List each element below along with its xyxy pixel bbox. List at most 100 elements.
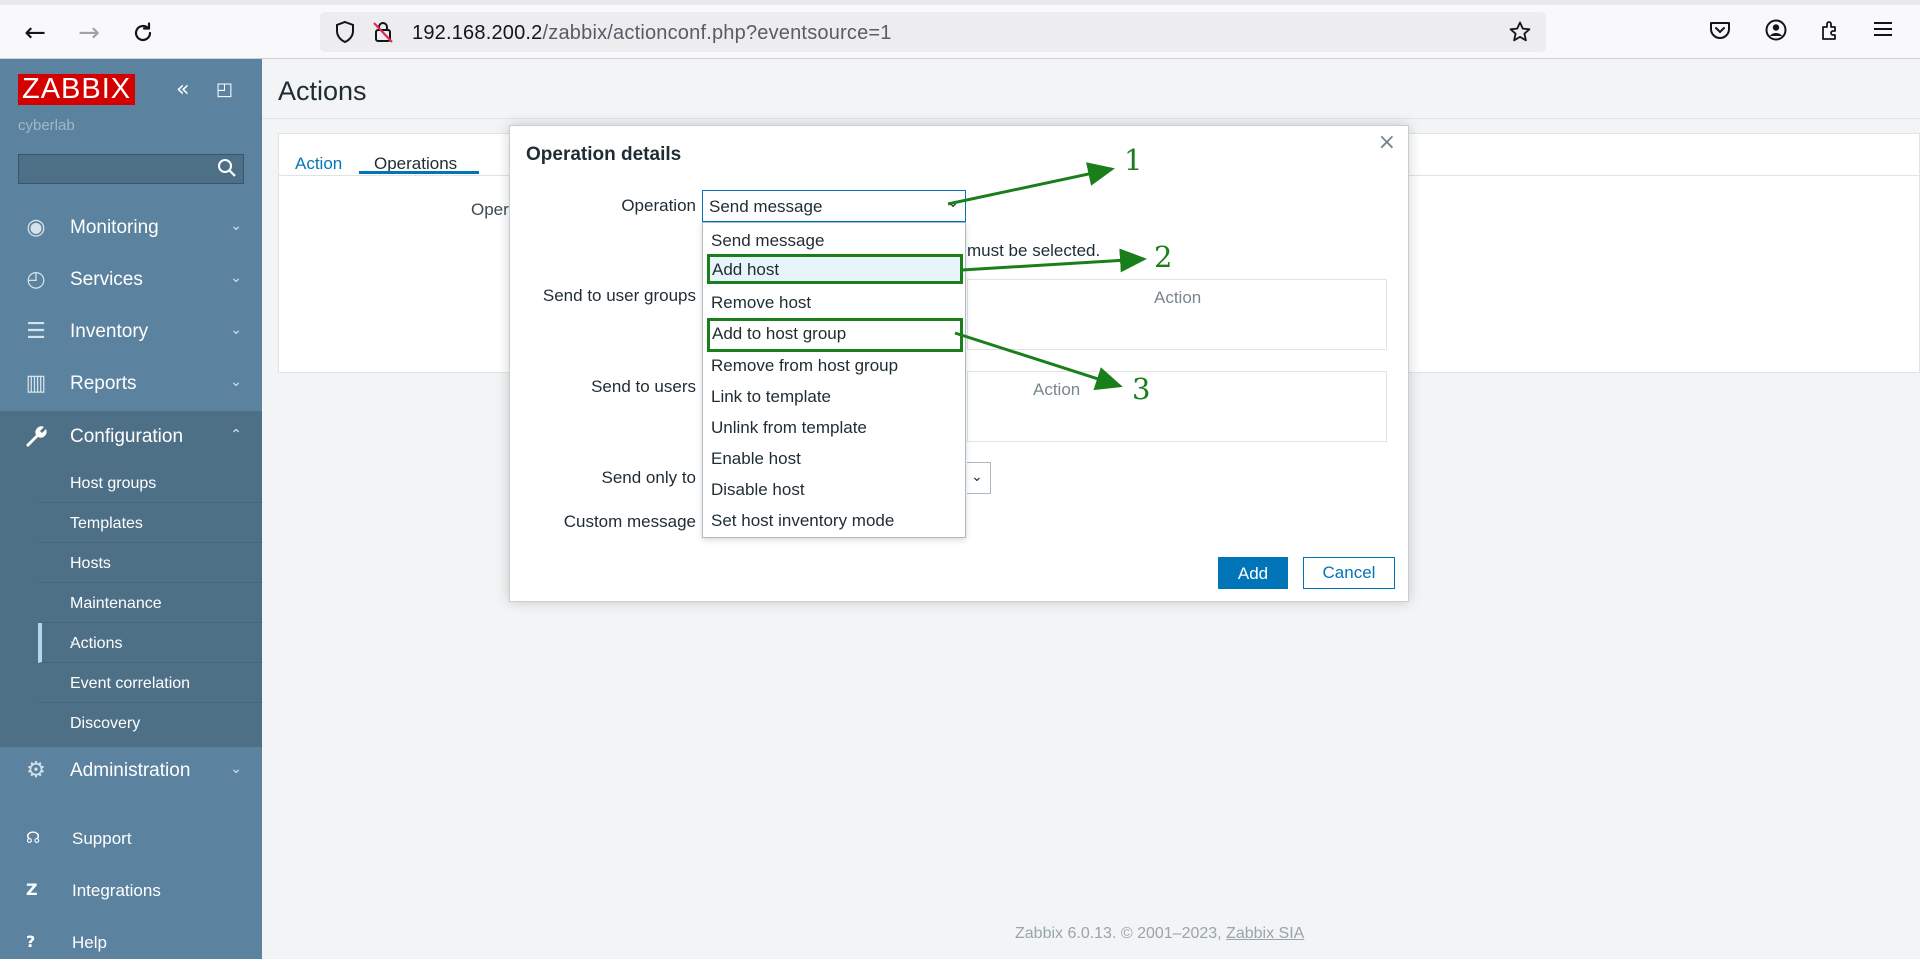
send-to-user-groups-label: Send to user groups — [542, 286, 696, 305]
sidebar-subitem-host-groups[interactable]: Host groups — [38, 463, 262, 503]
option-label: Remove host — [711, 293, 812, 312]
cancel-button[interactable]: Cancel — [1303, 557, 1395, 589]
sidebar-subitem-templates[interactable]: Templates — [38, 503, 262, 543]
option-label: Link to template — [711, 387, 832, 406]
insecure-lock-icon[interactable] — [372, 20, 394, 49]
option-label: Send message — [711, 231, 825, 250]
dialog-title: Operation details — [526, 144, 682, 165]
sidebar-item-monitoring[interactable]: ◉ Monitoring ⌄ — [0, 202, 262, 254]
sidebar-item-label: Support — [72, 829, 132, 848]
chevron-down-icon: ⌄ — [947, 195, 959, 211]
chevron-down-icon: ⌄ — [230, 322, 242, 338]
send-to-users-label: Send to users — [591, 377, 696, 396]
wrench-icon — [22, 424, 50, 456]
dropdown-option-remove-from-host-group[interactable]: Remove from host group — [703, 350, 965, 381]
sidebar-subitem-maintenance[interactable]: Maintenance — [38, 583, 262, 623]
sidebar-item-label: Help — [72, 933, 107, 952]
table-header-action: Action — [1033, 380, 1081, 399]
warning-text: must be selected. — [967, 241, 1101, 260]
option-label: Enable host — [711, 449, 801, 468]
chevron-down-icon: ⌄ — [230, 761, 242, 777]
operation-dropdown-list: Send message Add host Remove host Add to… — [702, 222, 966, 538]
sidebar-item-help[interactable]: ? Help — [0, 920, 262, 959]
account-icon[interactable] — [1764, 18, 1788, 48]
server-name: cyberlab — [18, 117, 75, 134]
submenu-label: Hosts — [70, 555, 111, 572]
chevron-up-icon: ⌃ — [230, 427, 242, 443]
operations-label: Oper — [471, 200, 509, 219]
shield-icon[interactable] — [334, 20, 356, 49]
sidebar-item-label: Integrations — [72, 881, 161, 900]
dropdown-option-set-host-inventory-mode[interactable]: Set host inventory mode — [703, 505, 965, 536]
send-only-to-select[interactable]: ⌄ — [967, 462, 991, 494]
sidebar-item-configuration[interactable]: Configuration ⌃ — [0, 411, 262, 463]
zabbix-logo[interactable]: ZABBIX — [18, 74, 136, 105]
gear-icon: ⚙ — [26, 758, 46, 783]
chevron-down-icon: ⌄ — [230, 218, 242, 234]
dropdown-option-link-to-template[interactable]: Link to template — [703, 381, 965, 412]
search-icon[interactable] — [217, 158, 237, 183]
dropdown-option-add-to-host-group[interactable]: Add to host group — [707, 318, 963, 352]
reload-icon[interactable] — [128, 18, 158, 48]
close-icon[interactable]: × — [1378, 130, 1396, 155]
footer-link[interactable]: Zabbix SIA — [1226, 925, 1304, 942]
sidebar-item-inventory[interactable]: ☰ Inventory ⌄ — [0, 306, 262, 358]
footer-copyright: Zabbix 6.0.13. © 2001–2023, — [1015, 925, 1227, 942]
dropdown-option-remove-host[interactable]: Remove host — [703, 287, 965, 318]
submenu-label: Maintenance — [70, 595, 162, 612]
page-title: Actions — [278, 76, 367, 106]
collapse-sidebar-icon[interactable]: « — [176, 77, 189, 102]
operation-select-value: Send message — [709, 197, 823, 216]
dropdown-option-add-host[interactable]: Add host — [707, 254, 963, 284]
send-only-to-label: Send only to — [601, 468, 696, 487]
dropdown-option-unlink-from-template[interactable]: Unlink from template — [703, 412, 965, 443]
question-icon: ? — [26, 932, 36, 951]
operation-select[interactable]: Send message ⌄ — [702, 190, 966, 222]
dropdown-option-send-message[interactable]: Send message — [703, 225, 965, 256]
dropdown-option-disable-host[interactable]: Disable host — [703, 474, 965, 505]
sidebar-item-label: Administration — [70, 760, 191, 781]
option-label: Remove from host group — [711, 356, 899, 375]
sidebar-search-input[interactable] — [18, 154, 244, 184]
annotation-label-1: 1 — [1124, 143, 1143, 177]
sidebar-subitem-actions[interactable]: Actions › — [38, 623, 262, 663]
sidebar-item-label: Reports — [70, 373, 137, 394]
sidebar-item-support[interactable]: ☊ Support — [0, 816, 262, 860]
submenu-label: Event correlation — [70, 675, 191, 692]
custom-message-label: Custom message — [563, 512, 696, 531]
option-label: Set host inventory mode — [711, 511, 895, 530]
submenu-label: Discovery — [70, 715, 141, 732]
sidebar-item-reports[interactable]: ▥ Reports ⌄ — [0, 358, 262, 410]
sidebar-item-label: Inventory — [70, 321, 149, 342]
chevron-down-icon: ⌄ — [230, 270, 242, 286]
user-groups-table: Action — [967, 279, 1387, 350]
tab-action[interactable]: Action — [295, 154, 342, 174]
kiosk-mode-icon[interactable]: ◰ — [216, 79, 233, 100]
headset-icon: ☊ — [26, 828, 41, 847]
extensions-icon[interactable] — [1818, 18, 1842, 48]
forward-icon[interactable]: → — [74, 18, 104, 48]
menu-icon[interactable] — [1872, 18, 1894, 46]
sidebar-item-administration[interactable]: ⚙ Administration ⌄ — [0, 745, 262, 797]
annotation-label-2: 2 — [1154, 240, 1173, 274]
operation-label: Operation — [621, 196, 696, 215]
pocket-icon[interactable] — [1708, 18, 1732, 48]
tab-strip — [0, 0, 1920, 5]
sidebar-subitem-hosts[interactable]: Hosts — [38, 543, 262, 583]
title-divider — [262, 118, 1920, 119]
sidebar-subitem-discovery[interactable]: Discovery — [38, 703, 262, 743]
sidebar-item-services[interactable]: ◴ Services ⌄ — [0, 254, 262, 306]
url-host: 192.168.200.2 — [412, 22, 543, 44]
dropdown-option-enable-host[interactable]: Enable host — [703, 443, 965, 474]
browser-toolbar: ← → 192.168.200.2/zabbix/actionconf.php?… — [0, 0, 1920, 59]
chevron-down-icon: ⌄ — [971, 469, 983, 485]
table-header-action: Action — [1154, 288, 1202, 307]
z-icon: Z — [26, 880, 38, 899]
star-icon[interactable] — [1508, 20, 1532, 49]
sidebar-item-integrations[interactable]: Z Integrations — [0, 868, 262, 912]
url-text[interactable]: 192.168.200.2/zabbix/actionconf.php?even… — [412, 22, 892, 45]
url-bar[interactable]: 192.168.200.2/zabbix/actionconf.php?even… — [320, 12, 1546, 52]
back-icon[interactable]: ← — [20, 18, 50, 48]
sidebar-subitem-event-correlation[interactable]: Event correlation — [38, 663, 262, 703]
add-button[interactable]: Add — [1218, 557, 1288, 589]
